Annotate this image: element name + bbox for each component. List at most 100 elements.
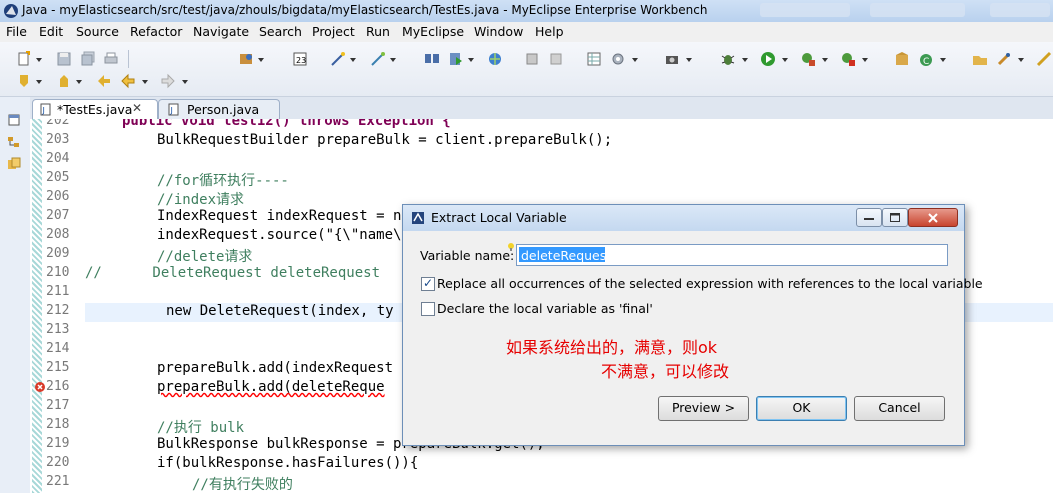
replace-all-label[interactable]: Replace all occurrences of the selected … [437,276,983,291]
menu-source[interactable]: Source [76,24,119,39]
refactor-icon [412,212,424,224]
restore-view-icon[interactable] [7,113,21,127]
grid-icon[interactable] [586,51,602,67]
prev-annotation-icon[interactable] [56,73,72,89]
save-all-icon[interactable] [80,51,96,67]
replace-all-checkbox[interactable]: ✓ [421,276,435,291]
tab-label: Person.java [187,102,260,117]
debug-dropdown-icon[interactable] [742,58,748,62]
line-number: 219 [46,436,70,451]
maximize-icon [890,213,900,222]
search-icon[interactable] [996,51,1012,67]
run-server-icon[interactable] [448,51,464,67]
last-edit-icon[interactable] [96,73,112,89]
back-dropdown-icon[interactable] [142,80,148,84]
new-dropdown-icon[interactable] [36,58,42,62]
minimize-button[interactable] [856,208,882,227]
ok-button[interactable]: OK [756,396,847,421]
globe-icon[interactable] [487,51,503,67]
variable-name-field[interactable] [516,244,948,266]
blurred-taskbar-item [760,3,850,17]
maximize-button[interactable] [882,208,908,227]
wand2-dropdown-icon[interactable] [390,58,396,62]
run-icon[interactable] [760,51,776,67]
line-number: 204 [46,151,70,166]
menu-window[interactable]: Window [474,24,523,39]
server-icon[interactable] [238,51,254,67]
gear-dropdown-icon[interactable] [632,58,638,62]
coverage-dropdown-icon[interactable] [822,58,828,62]
menu-bar: File Edit Source Refactor Navigate Searc… [0,22,1053,42]
wand-icon[interactable] [330,51,346,67]
declare-final-label[interactable]: Declare the local variable as 'final' [437,301,653,316]
menu-help[interactable]: Help [535,24,564,39]
calendar-icon[interactable]: 23 [292,51,308,67]
declare-final-checkbox[interactable] [421,302,435,316]
svg-text:J: J [170,106,173,115]
menu-run[interactable]: Run [366,24,390,39]
menu-navigate[interactable]: Navigate [193,24,249,39]
camera-icon[interactable] [664,51,680,67]
camera-dropdown-icon[interactable] [686,58,692,62]
variable-name-input[interactable] [519,246,943,265]
run-dropdown-icon[interactable] [782,58,788,62]
open-type-icon[interactable] [972,51,988,67]
java-file-icon: J [168,103,179,116]
tab-person-java[interactable]: J Person.java [158,99,280,119]
close-icon [928,213,938,223]
blurred-taskbar-item [870,3,965,17]
prev-annotation-dropdown-icon[interactable] [76,80,82,84]
left-trim-stack [0,97,31,493]
line-number: 215 [46,360,70,375]
deploy-icon[interactable] [424,51,440,67]
code-line: BulkRequestBuilder prepareBulk = client.… [157,132,613,148]
tool2-icon[interactable] [548,51,564,67]
forward-icon[interactable] [160,73,176,89]
line-number: 218 [46,417,70,432]
forward-dropdown-icon[interactable] [182,80,188,84]
code-line: prepareBulk.add(indexRequest [157,360,394,376]
line-number: 205 [46,170,70,185]
code-comment: //for循环执行---- [157,173,289,189]
code-comment: //执行 bulk [157,420,245,436]
close-button[interactable] [908,208,958,227]
external-tools-icon[interactable] [840,51,856,67]
annotation-note-line1: 如果系统给出的，满意，则ok [506,338,718,357]
package-icon[interactable] [894,51,910,67]
menu-search[interactable]: Search [259,24,302,39]
new-icon[interactable] [16,51,32,67]
server-dropdown-icon[interactable] [258,58,264,62]
gear-icon[interactable] [610,51,626,67]
preview-button[interactable]: Preview > [658,396,749,421]
menu-project[interactable]: Project [312,24,355,39]
error-marker-icon[interactable] [34,381,46,393]
hierarchy-icon[interactable] [7,135,21,149]
tool-icon[interactable] [524,51,540,67]
next-annotation-icon[interactable] [16,73,32,89]
back-icon[interactable] [120,73,136,89]
package-explorer-icon[interactable] [7,157,21,171]
line-number: 211 [46,284,70,299]
new-class-icon[interactable]: C [918,51,934,67]
tab-testes-java[interactable]: J *TestEs.java ✕ [32,99,158,119]
line-number: 202 [46,119,70,128]
external-tools-dropdown-icon[interactable] [862,58,868,62]
next-annotation-dropdown-icon[interactable] [36,80,42,84]
menu-refactor[interactable]: Refactor [130,24,182,39]
run-server-dropdown-icon[interactable] [468,58,474,62]
new-class-dropdown-icon[interactable] [940,58,946,62]
debug-icon[interactable] [720,51,736,67]
wand2-icon[interactable] [370,51,386,67]
menu-file[interactable]: File [6,24,27,39]
search-dropdown-icon[interactable] [1018,58,1024,62]
save-icon[interactable] [56,51,72,67]
menu-edit[interactable]: Edit [39,24,63,39]
minimize-icon [864,218,874,220]
menu-myeclipse[interactable]: MyEclipse [402,24,464,39]
close-icon[interactable]: ✕ [132,101,142,115]
cancel-button[interactable]: Cancel [854,396,945,421]
annotation-icon[interactable] [1036,51,1052,67]
wand-dropdown-icon[interactable] [350,58,356,62]
print-icon[interactable] [103,51,119,67]
coverage-icon[interactable] [800,51,816,67]
